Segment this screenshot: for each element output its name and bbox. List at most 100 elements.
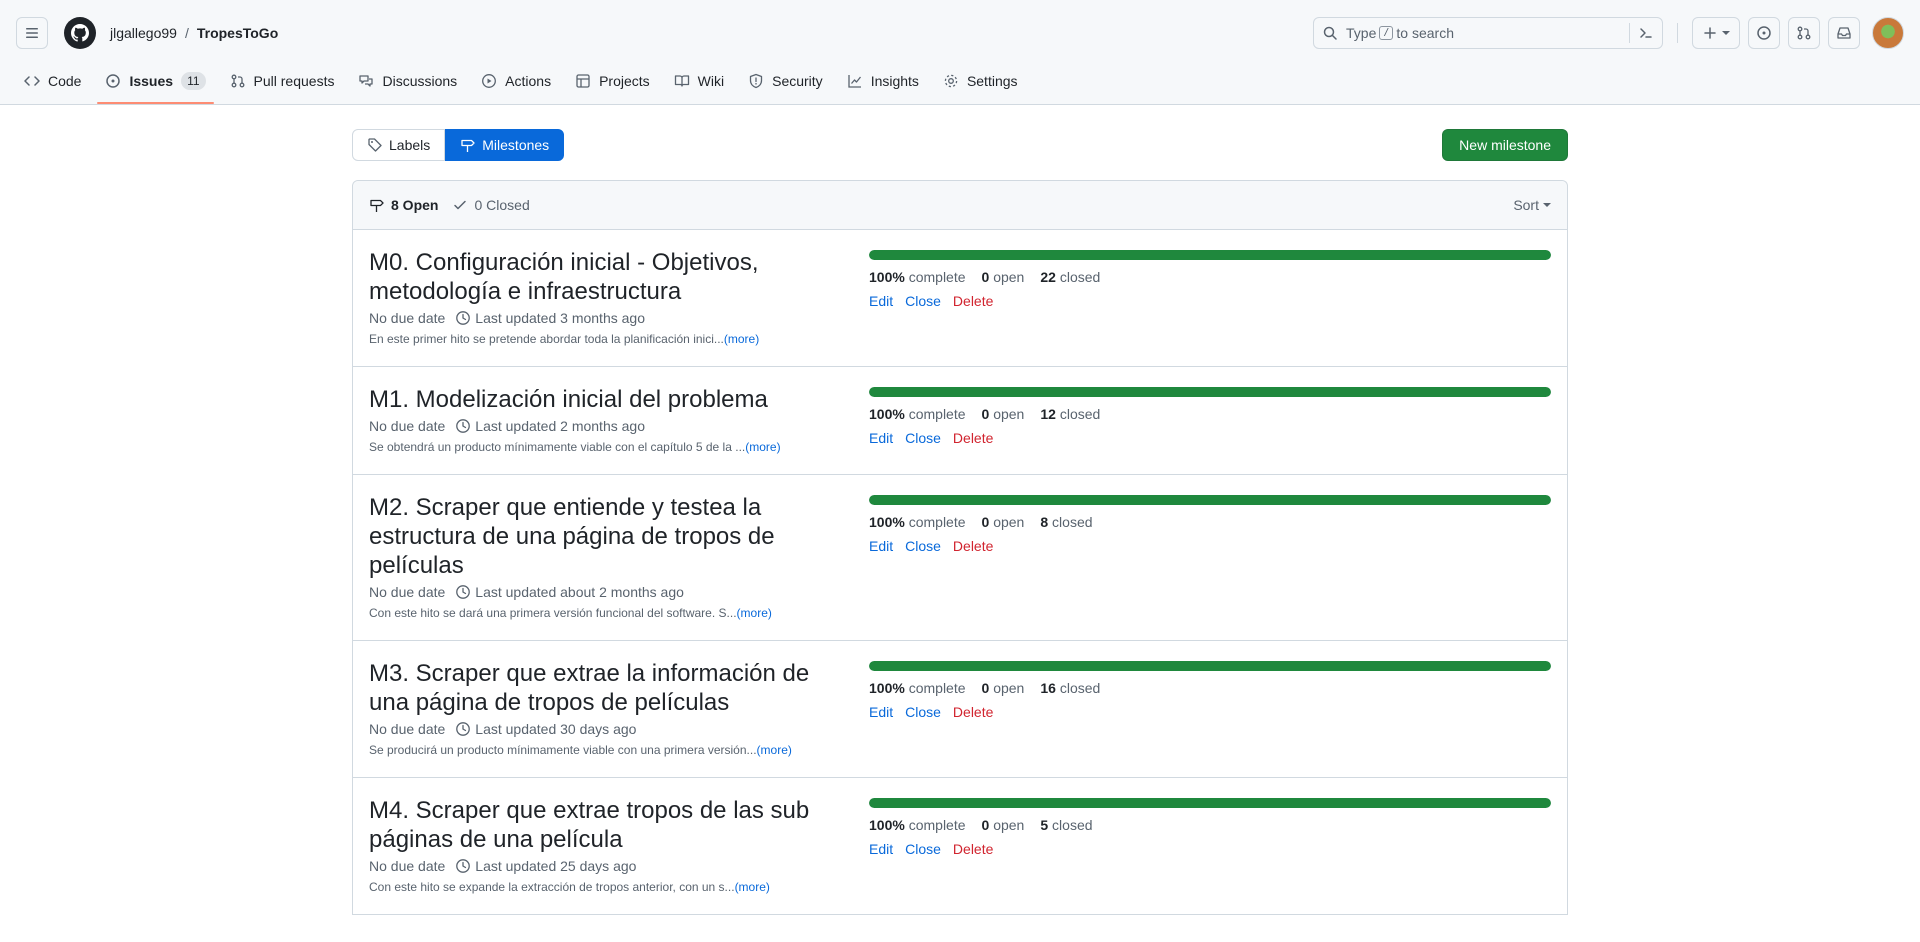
tag-icon (368, 138, 382, 152)
milestone-meta: No due date Last updated about 2 months … (369, 584, 851, 600)
edit-milestone-link[interactable]: Edit (869, 293, 893, 309)
stat-open[interactable]: 0 open (982, 514, 1025, 530)
delete-milestone-link[interactable]: Delete (953, 293, 993, 309)
milestone-more-link[interactable]: (more) (737, 606, 772, 620)
milestone-progress: 100% complete 0 open 5 closed Edit Close… (869, 796, 1551, 894)
milestone-title-link[interactable]: M4. Scraper que extrae tropos de las sub… (369, 797, 809, 853)
milestone-more-link[interactable]: (more) (724, 332, 759, 346)
tab-discussions[interactable]: Discussions (350, 66, 465, 96)
header-top-row: jlgallego99 / TropesToGo Type / to searc… (0, 0, 1920, 66)
stat-complete: 100% complete (869, 817, 966, 833)
stat-complete-label: complete (908, 817, 966, 833)
milestone-description: En este primer hito se pretende abordar … (369, 332, 851, 346)
app-header: jlgallego99 / TropesToGo Type / to searc… (0, 0, 1920, 105)
close-milestone-link[interactable]: Close (905, 538, 941, 554)
repo-name-link[interactable]: TropesToGo (197, 25, 278, 41)
stat-complete-label: complete (908, 406, 966, 422)
issues-shortcut-button[interactable] (1748, 17, 1780, 49)
avatar[interactable] (1872, 17, 1904, 49)
stat-open[interactable]: 0 open (982, 269, 1025, 285)
milestone-last-updated: Last updated about 2 months ago (475, 584, 684, 600)
close-milestone-link[interactable]: Close (905, 293, 941, 309)
labels-button[interactable]: Labels (352, 129, 446, 161)
pull-requests-shortcut-button[interactable] (1788, 17, 1820, 49)
close-milestone-link[interactable]: Close (905, 704, 941, 720)
tab-issues[interactable]: Issues 11 (97, 66, 214, 104)
tab-security[interactable]: Security (740, 66, 831, 96)
milestone-title-link[interactable]: M1. Modelización inicial del problema (369, 386, 768, 413)
closed-milestones-filter[interactable]: 0 Closed (452, 197, 530, 213)
stat-closed[interactable]: 12 closed (1040, 406, 1100, 422)
progress-bar-fill (869, 250, 1551, 260)
delete-milestone-link[interactable]: Delete (953, 538, 993, 554)
stat-open[interactable]: 0 open (982, 680, 1025, 696)
stat-open-label: open (993, 406, 1025, 422)
milestone-more-link[interactable]: (more) (745, 440, 780, 454)
stat-closed[interactable]: 16 closed (1040, 680, 1100, 696)
plus-icon (1704, 27, 1716, 39)
milestone-title-link[interactable]: M0. Configuración inicial - Objetivos, m… (369, 249, 759, 305)
stat-complete-value: 100% (869, 680, 905, 696)
delete-milestone-link[interactable]: Delete (953, 704, 993, 720)
open-milestones-filter[interactable]: 8 Open (369, 197, 438, 213)
milestone-actions: Edit Close Delete (869, 538, 1551, 554)
delete-milestone-link[interactable]: Delete (953, 841, 993, 857)
milestone-title-link[interactable]: M2. Scraper que entiende y testea la est… (369, 494, 775, 579)
stat-open[interactable]: 0 open (982, 406, 1025, 422)
milestones-toolbar: Labels Milestones New milestone (352, 129, 1568, 161)
tab-settings[interactable]: Settings (935, 66, 1026, 96)
new-milestone-button[interactable]: New milestone (1442, 129, 1568, 161)
inbox-button[interactable] (1828, 17, 1860, 49)
stat-closed[interactable]: 8 closed (1040, 514, 1092, 530)
search-input[interactable]: Type / to search (1313, 17, 1663, 49)
milestone-due-date: No due date (369, 858, 446, 874)
milestones-button[interactable]: Milestones (445, 129, 565, 161)
create-new-button[interactable] (1692, 17, 1740, 49)
terminal-icon (1640, 28, 1652, 38)
close-milestone-link[interactable]: Close (905, 430, 941, 446)
progress-bar-fill (869, 798, 1551, 808)
tab-pull-requests[interactable]: Pull requests (222, 66, 343, 96)
stat-open[interactable]: 0 open (982, 817, 1025, 833)
caret-down-icon (1543, 203, 1551, 207)
milestone-description: Con este hito se dará una primera versió… (369, 606, 851, 620)
tab-insights[interactable]: Insights (839, 66, 927, 96)
repo-owner-link[interactable]: jlgallego99 (110, 25, 177, 41)
search-placeholder: Type / to search (1346, 25, 1454, 41)
stat-open-label: open (993, 514, 1025, 530)
milestone-info: M2. Scraper que entiende y testea la est… (369, 493, 869, 620)
github-logo-icon[interactable] (64, 17, 96, 49)
milestone-more-link[interactable]: (more) (757, 743, 792, 757)
milestone-info: M4. Scraper que extrae tropos de las sub… (369, 796, 869, 894)
hamburger-icon (26, 28, 38, 38)
clock-icon (456, 585, 471, 599)
close-milestone-link[interactable]: Close (905, 841, 941, 857)
tab-projects[interactable]: Projects (567, 66, 658, 96)
shield-icon (749, 73, 763, 89)
stat-closed[interactable]: 5 closed (1040, 817, 1092, 833)
milestone-progress: 100% complete 0 open 16 closed Edit Clos… (869, 659, 1551, 757)
delete-milestone-link[interactable]: Delete (953, 430, 993, 446)
command-palette-button[interactable] (1629, 23, 1654, 43)
breadcrumb: jlgallego99 / TropesToGo (110, 25, 278, 41)
milestone-due-date: No due date (369, 584, 446, 600)
stat-closed[interactable]: 22 closed (1040, 269, 1100, 285)
edit-milestone-link[interactable]: Edit (869, 430, 893, 446)
edit-milestone-link[interactable]: Edit (869, 841, 893, 857)
edit-milestone-link[interactable]: Edit (869, 704, 893, 720)
milestones-button-label: Milestones (482, 137, 550, 153)
sort-dropdown[interactable]: Sort (1513, 197, 1551, 213)
milestone-title-link[interactable]: M3. Scraper que extrae la información de… (369, 660, 809, 716)
tab-actions[interactable]: Actions (473, 66, 559, 96)
menu-button[interactable] (16, 17, 48, 49)
milestone-more-link[interactable]: (more) (735, 880, 770, 894)
tab-code[interactable]: Code (16, 66, 89, 96)
edit-milestone-link[interactable]: Edit (869, 538, 893, 554)
tab-discussions-label: Discussions (382, 73, 458, 89)
progress-bar (869, 661, 1551, 671)
milestone-row: M2. Scraper que entiende y testea la est… (353, 475, 1567, 641)
tab-wiki[interactable]: Wiki (666, 66, 732, 96)
milestone-actions: Edit Close Delete (869, 430, 1551, 446)
milestone-actions: Edit Close Delete (869, 293, 1551, 309)
gear-icon (944, 74, 958, 88)
